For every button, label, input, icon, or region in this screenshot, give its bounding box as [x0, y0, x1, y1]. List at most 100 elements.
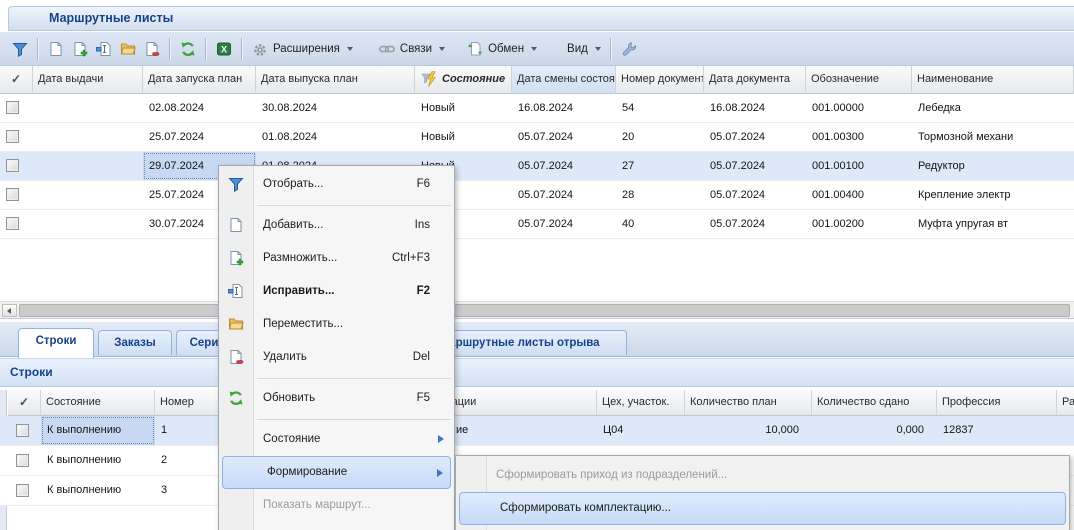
- excel-export-button[interactable]: X: [212, 38, 236, 60]
- app-window: Маршрутные листы X: [0, 0, 1074, 530]
- menu-item-add[interactable]: Добавить...Ins: [219, 209, 454, 242]
- cell-designation: 001.00300: [806, 123, 912, 151]
- submenu-arrow-icon: [438, 435, 444, 443]
- extensions-menu-label: Расширения: [273, 43, 340, 55]
- cell-doc-number: 20: [616, 123, 704, 151]
- cell-name: Муфта упругая вт: [912, 210, 1074, 238]
- cell-line-state: К выполнению: [41, 476, 155, 505]
- exchange-menu-label: Обмен: [488, 43, 524, 55]
- col-qty-done[interactable]: Количество сдано: [812, 390, 937, 416]
- col-release-date[interactable]: Дата выпуска план: [256, 66, 415, 94]
- doc-copy-icon: [72, 41, 88, 57]
- cell-doc-date: 05.07.2024: [704, 152, 806, 180]
- cell-doc-number: 27: [616, 152, 704, 180]
- col-qty-plan[interactable]: Количество план: [685, 390, 812, 416]
- line-row-selected[interactable]: К выполнению 1 ие Ц04 10,000 0,000 12837: [0, 416, 1074, 446]
- row-checkbox[interactable]: [16, 484, 29, 497]
- cell-state-change: 05.07.2024: [512, 152, 616, 180]
- row-checkbox[interactable]: [16, 454, 29, 467]
- menu-item-duplicate[interactable]: Размножить...Ctrl+F3: [219, 242, 454, 275]
- cell-name: Редуктор: [912, 152, 1074, 180]
- col-issue-date[interactable]: Дата выдачи: [33, 66, 143, 94]
- cell-qty-done: 0,000: [812, 416, 937, 445]
- row-checkbox[interactable]: [6, 159, 19, 172]
- row-checkbox[interactable]: [6, 217, 19, 230]
- col-grade[interactable]: Разряд: [1057, 390, 1074, 416]
- gear-icon: [252, 41, 268, 57]
- row-checkbox[interactable]: [6, 101, 19, 114]
- route-sheet-row[interactable]: 25.07.2024 01.08.2024 Новый 05.07.2024 2…: [0, 123, 1074, 152]
- extensions-menu-button[interactable]: Расширения: [248, 38, 357, 60]
- route-sheet-row[interactable]: 02.08.2024 30.08.2024 Новый 16.08.2024 5…: [0, 94, 1074, 123]
- doc-new-icon: [228, 217, 244, 233]
- submenu-arrow-icon: [437, 469, 443, 477]
- cell-issue-date: [33, 123, 143, 151]
- cell-doc-date: 05.07.2024: [704, 181, 806, 209]
- tab-lines[interactable]: Строки: [18, 328, 94, 358]
- row-checkbox[interactable]: [16, 424, 29, 437]
- horizontal-scrollbar[interactable]: [0, 301, 1074, 319]
- col-name[interactable]: Наименование: [912, 66, 1074, 94]
- exchange-menu-button[interactable]: Обмен: [463, 38, 541, 60]
- filter-icon: [12, 41, 28, 57]
- section-title: Строки: [10, 365, 53, 379]
- copy-button[interactable]: [68, 38, 92, 60]
- menu-separator: [257, 378, 451, 379]
- cell-issue-date: [33, 94, 143, 122]
- scroll-left-button[interactable]: [2, 304, 17, 317]
- view-menu-button[interactable]: Вид: [563, 40, 605, 58]
- menu-item-filter[interactable]: Отобрать...F6: [219, 168, 454, 201]
- doc-edit-icon: [96, 41, 112, 57]
- doc-copy-icon: [228, 250, 244, 266]
- col-profession[interactable]: Профессия: [937, 390, 1057, 416]
- col-doc-number[interactable]: Номер документа: [616, 66, 704, 94]
- route-sheet-row[interactable]: 25.07.2024 Новый 05.07.2024 28 05.07.202…: [0, 181, 1074, 210]
- grid-empty-area: [0, 239, 1074, 301]
- select-all-header[interactable]: ✓: [0, 66, 33, 94]
- edit-button[interactable]: [92, 38, 116, 60]
- chevron-down-icon: [439, 47, 445, 51]
- route-sheet-row[interactable]: 30.07.2024 Новый 05.07.2024 40 05.07.202…: [0, 210, 1074, 239]
- filter-button[interactable]: [8, 38, 32, 60]
- scrollbar-thumb[interactable]: [19, 304, 1070, 317]
- check-icon: ✓: [11, 72, 21, 86]
- links-menu-button[interactable]: Связи: [375, 38, 449, 60]
- col-workshop[interactable]: Цех, участок.: [597, 390, 685, 416]
- cell-name: Лебедка: [912, 94, 1074, 122]
- col-line-state[interactable]: Состояние: [41, 390, 155, 416]
- menu-item-move[interactable]: Переместить...: [219, 308, 454, 341]
- cell-issue-date: [33, 181, 143, 209]
- menu-item-delete[interactable]: УдалитьDel: [219, 341, 454, 374]
- menu-item-refresh[interactable]: ОбновитьF5: [219, 382, 454, 415]
- tab-orders[interactable]: Заказы: [98, 330, 172, 355]
- lines-header: ✓ Состояние Номер Наименование операции …: [0, 390, 1074, 416]
- menu-item-state[interactable]: Состояние: [219, 423, 454, 456]
- select-all-header[interactable]: ✓: [8, 390, 41, 416]
- menu-separator: [257, 419, 451, 420]
- refresh-button[interactable]: [176, 38, 200, 60]
- wrench-icon: [621, 41, 637, 57]
- row-checkbox[interactable]: [6, 188, 19, 201]
- col-launch-date[interactable]: Дата запуска план: [143, 66, 256, 94]
- menu-item-generation[interactable]: Формирование: [222, 456, 451, 489]
- excel-icon: X: [216, 41, 232, 57]
- col-state[interactable]: Состояние: [415, 66, 512, 94]
- add-button[interactable]: [44, 38, 68, 60]
- chevron-down-icon: [595, 47, 601, 51]
- col-doc-date[interactable]: Дата документа: [704, 66, 806, 94]
- row-checkbox[interactable]: [6, 130, 19, 143]
- cell-qty-plan: 10,000: [685, 416, 812, 445]
- settings-button[interactable]: [617, 38, 641, 60]
- route-sheet-row-selected[interactable]: 29.07.2024 01.08.2024 Новый 05.07.2024 2…: [0, 152, 1074, 181]
- filter-icon: [228, 176, 244, 192]
- delete-button[interactable]: [140, 38, 164, 60]
- menu-item-edit[interactable]: Исправить...F2: [219, 275, 454, 308]
- move-button[interactable]: [116, 38, 140, 60]
- exchange-icon: [467, 41, 483, 57]
- generation-submenu: Сформировать приход из подразделений... …: [455, 455, 1070, 530]
- cell-designation: 001.00100: [806, 152, 912, 180]
- col-state-change-date[interactable]: Дата смены состояния: [512, 66, 616, 94]
- submenu-item-form-kitting[interactable]: Сформировать комплектацию...: [459, 492, 1066, 525]
- col-designation[interactable]: Обозначение: [806, 66, 912, 94]
- refresh-icon: [180, 41, 196, 57]
